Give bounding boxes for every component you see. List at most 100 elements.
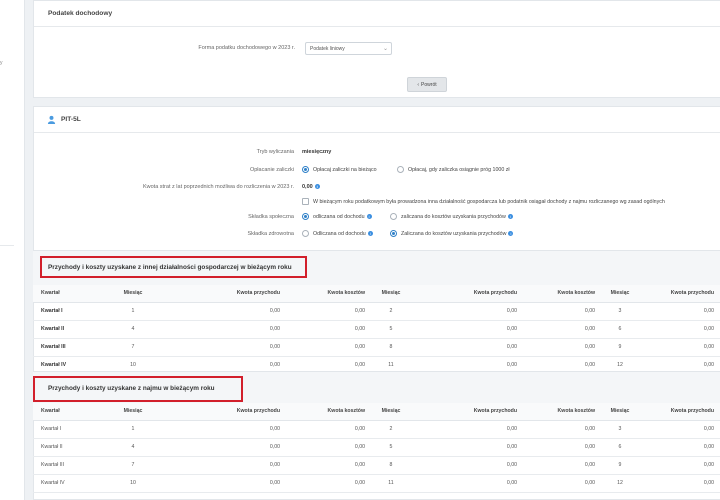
amount-input[interactable]: 0,00 [523, 302, 601, 321]
info-icon[interactable]: i [367, 231, 373, 237]
health-cost-option: Zaliczana do kosztów uzyskania przychodó… [401, 231, 514, 237]
month-cell: 5 [371, 438, 411, 457]
table-header-row: Kwartał Miesiąc Kwota przychodu Kwota ko… [33, 403, 720, 421]
col-kwartal: Kwartał [33, 403, 103, 421]
amount-input[interactable]: 0,00 [639, 420, 720, 439]
loss-value: 0,00 i [302, 184, 320, 190]
social-deduct-radio[interactable] [302, 213, 309, 220]
amount-input[interactable]: 0,00 [286, 420, 371, 439]
amount-input[interactable]: 0,00 [163, 320, 286, 339]
user-icon [47, 115, 56, 124]
amount-input[interactable]: 0,00 [411, 456, 523, 475]
health-cost-radio[interactable] [390, 230, 397, 237]
month-cell: 8 [371, 338, 411, 357]
amount-input[interactable]: 0,00 [163, 302, 286, 321]
col-przychod: Kwota przychodu [163, 285, 286, 303]
amount-input[interactable]: 0,00 [411, 438, 523, 457]
month-cell: 6 [601, 438, 639, 457]
sidebar-divider [0, 245, 14, 246]
col-miesiac2: Miesiąc [371, 285, 411, 303]
sidebar-mark: y [0, 60, 3, 66]
health-label: Składka zdrowotna [247, 231, 294, 237]
amount-input[interactable]: 0,00 [286, 474, 371, 493]
back-button[interactable]: ‹ Powrót [407, 77, 447, 92]
amount-input[interactable]: 0,00 [411, 302, 523, 321]
health-deduct-option: Odliczana od dochodu i [313, 231, 373, 237]
social-cost-radio[interactable] [390, 213, 397, 220]
amount-input[interactable]: 0,00 [639, 474, 720, 493]
tax-form-select[interactable]: Podatek liniowy ⌄ [305, 42, 392, 55]
social-cost-option: zaliczana do kosztów uzyskania przychodó… [401, 214, 513, 220]
other-activity-checkbox[interactable] [302, 198, 309, 205]
col-miesiac3: Miesiąc [601, 403, 639, 421]
quarter-cell: Kwartał I [33, 302, 103, 321]
amount-input[interactable]: 0,00 [286, 302, 371, 321]
amount-input[interactable]: 0,00 [286, 320, 371, 339]
amount-input[interactable]: 0,00 [523, 438, 601, 457]
info-icon[interactable]: i [508, 231, 514, 237]
amount-input[interactable]: 0,00 [639, 320, 720, 339]
col-przychod2: Kwota przychodu [411, 285, 523, 303]
month-cell: 5 [371, 320, 411, 339]
health-deduct-label: Odliczana od dochodu [313, 231, 366, 237]
quarter-cell: Kwartał IV [33, 474, 103, 493]
amount-input[interactable]: 0,00 [286, 438, 371, 457]
amount-input[interactable]: 0,00 [286, 338, 371, 357]
table-row: Kwartał II 4 0,00 0,00 5 0,00 0,00 6 0,00 [33, 320, 720, 339]
amount-input[interactable]: 0,00 [163, 474, 286, 493]
quarter-cell: Kwartał II [33, 320, 103, 339]
month-cell: 2 [371, 302, 411, 321]
amount-input[interactable]: 0,00 [523, 474, 601, 493]
section1-title: Przychody i koszty uzyskane z innej dzia… [48, 264, 292, 271]
amount-input[interactable]: 0,00 [411, 420, 523, 439]
col-koszt: Kwota kosztów [286, 285, 371, 303]
advance-threshold-label: Opłacaj, gdy zaliczka osiągnie próg 1000… [408, 167, 510, 173]
col-miesiac3: Miesiąc [601, 285, 639, 303]
col-przychod3: Kwota przychodu [639, 285, 720, 303]
info-icon[interactable]: i [507, 214, 513, 220]
advance-ongoing-radio[interactable] [302, 166, 309, 173]
amount-input[interactable]: 0,00 [639, 302, 720, 321]
back-button-label: Powrót [421, 81, 437, 88]
amount-input[interactable]: 0,00 [639, 338, 720, 357]
amount-input[interactable]: 0,00 [411, 474, 523, 493]
month-cell: 7 [103, 338, 163, 357]
table-row: Kwartał I 1 0,00 0,00 2 0,00 0,00 3 0,00 [33, 302, 720, 321]
info-icon[interactable]: i [314, 184, 320, 190]
table-header-row: Kwartał Miesiąc Kwota przychodu Kwota ko… [33, 285, 720, 303]
table-row: Kwartał III 7 0,00 0,00 8 0,00 0,00 9 0,00 [33, 338, 720, 357]
amount-input[interactable]: 0,00 [639, 456, 720, 475]
col-miesiac2: Miesiąc [371, 403, 411, 421]
amount-input[interactable]: 0,00 [523, 338, 601, 357]
month-cell: 9 [601, 338, 639, 357]
info-icon[interactable]: i [366, 214, 372, 220]
section2-table: Kwartał Miesiąc Kwota przychodu Kwota ko… [33, 403, 720, 493]
social-cost-label: zaliczana do kosztów uzyskania przychodó… [401, 214, 506, 220]
month-cell: 7 [103, 456, 163, 475]
mode-value: miesięczny [302, 149, 332, 155]
amount-input[interactable]: 0,00 [163, 438, 286, 457]
other-activity-label: W bieżącym roku podatkowym była prowadzo… [313, 199, 665, 205]
social-deduct-label: odliczana od dochodu [313, 214, 365, 220]
advance-threshold-radio[interactable] [397, 166, 404, 173]
amount-input[interactable]: 0,00 [163, 420, 286, 439]
health-deduct-radio[interactable] [302, 230, 309, 237]
amount-input[interactable]: 0,00 [411, 338, 523, 357]
quarter-cell: Kwartał III [33, 456, 103, 475]
amount-input[interactable]: 0,00 [411, 320, 523, 339]
amount-input[interactable]: 0,00 [523, 420, 601, 439]
quarter-cell: Kwartał I [33, 420, 103, 439]
amount-input[interactable]: 0,00 [163, 338, 286, 357]
month-cell: 3 [601, 420, 639, 439]
col-miesiac: Miesiąc [103, 403, 163, 421]
month-cell: 1 [103, 420, 163, 439]
amount-input[interactable]: 0,00 [523, 456, 601, 475]
advance-ongoing-label: Opłacaj zaliczki na bieżąco [313, 167, 377, 173]
month-cell: 9 [601, 456, 639, 475]
amount-input[interactable]: 0,00 [639, 438, 720, 457]
amount-input[interactable]: 0,00 [163, 456, 286, 475]
amount-input[interactable]: 0,00 [523, 320, 601, 339]
section1-table: Kwartał Miesiąc Kwota przychodu Kwota ko… [33, 285, 720, 375]
amount-input[interactable]: 0,00 [286, 456, 371, 475]
advance-label: Opłacanie zaliczki [249, 167, 294, 173]
